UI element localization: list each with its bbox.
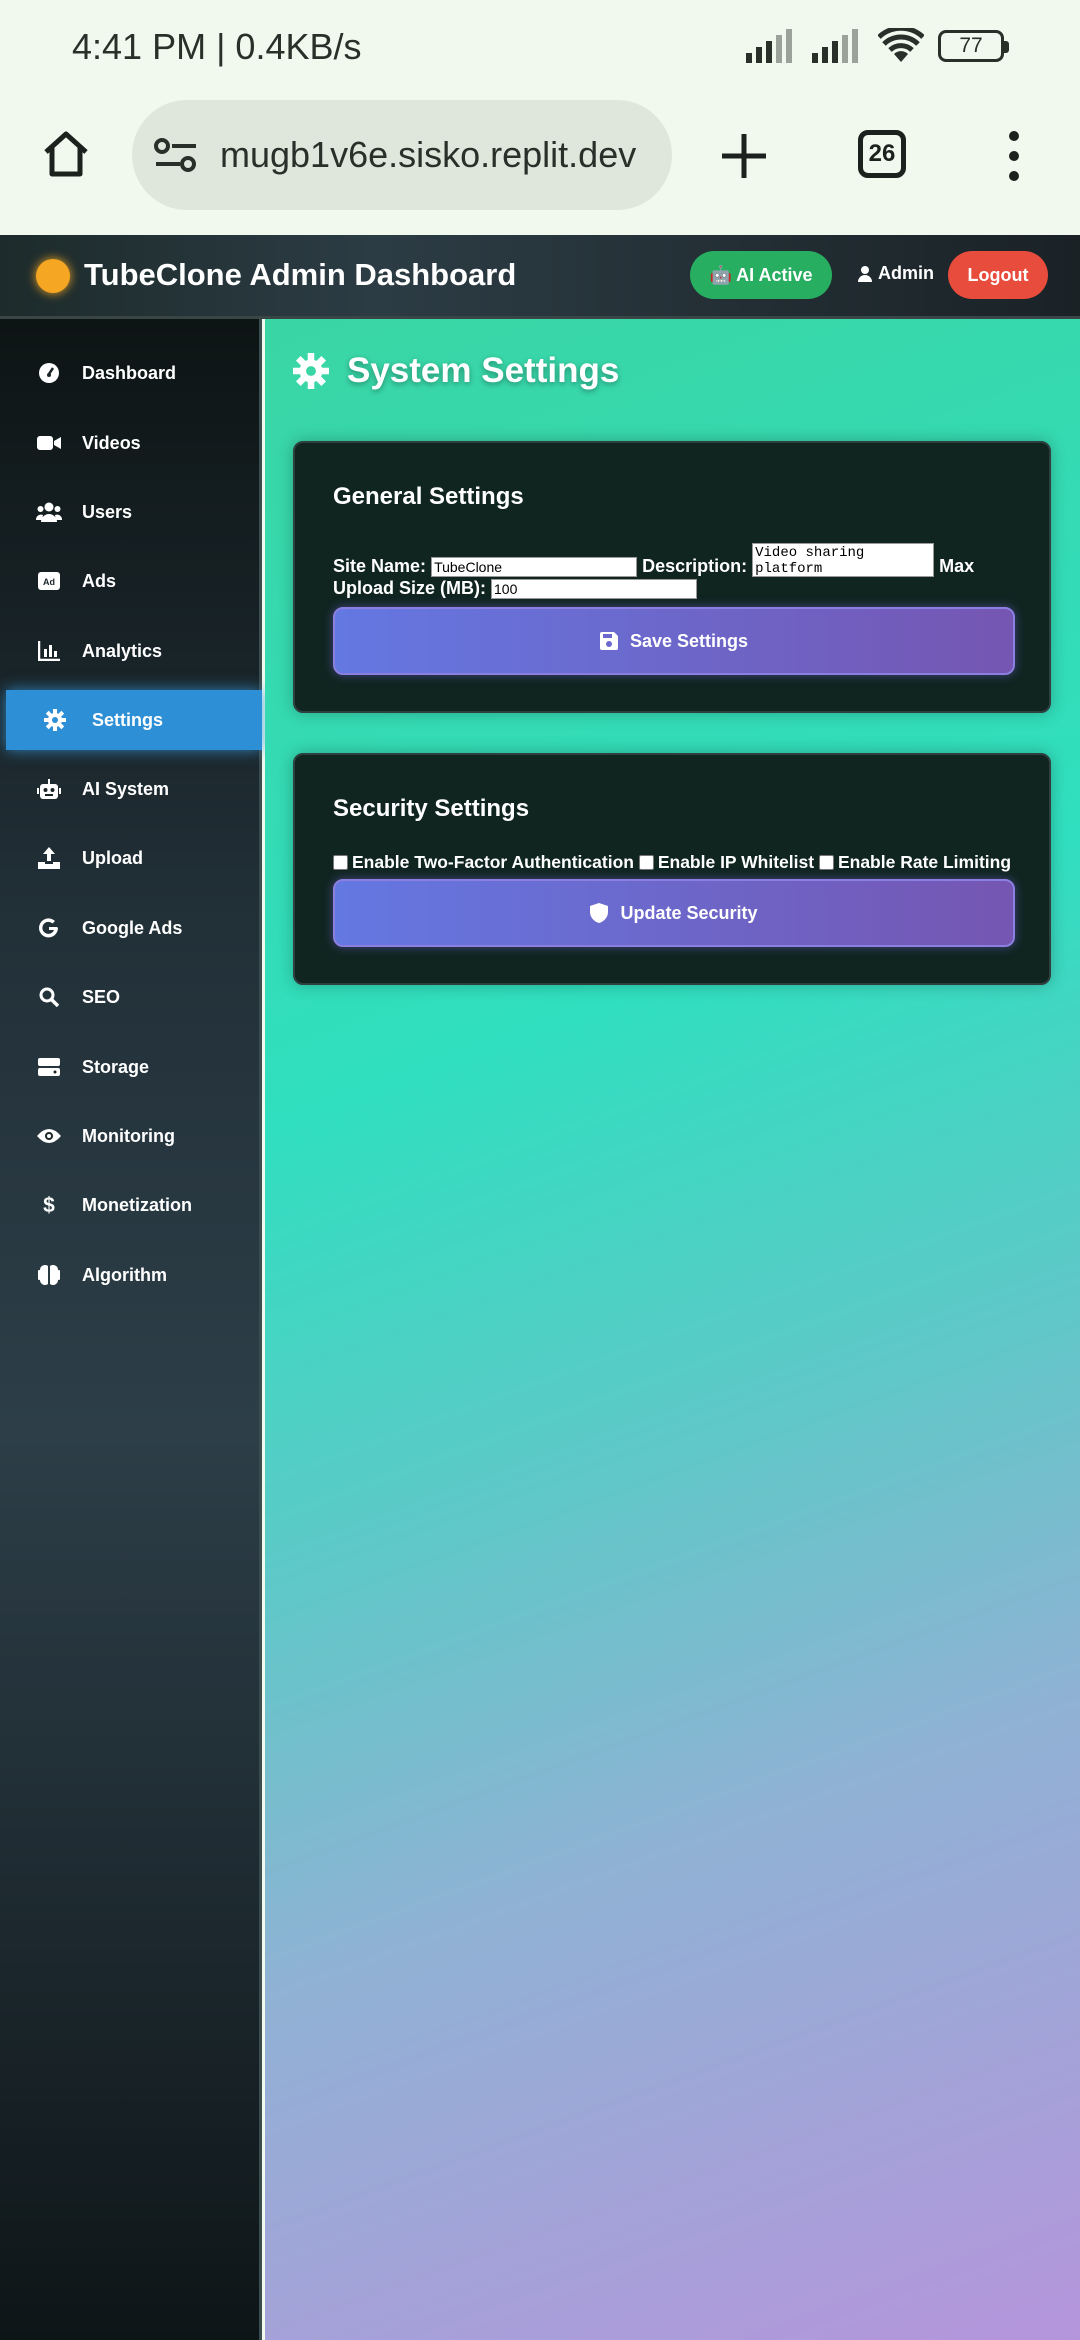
- general-settings-title: General Settings: [333, 483, 524, 510]
- home-icon[interactable]: [40, 128, 92, 180]
- sidebar-item-ai-system[interactable]: AI System: [0, 759, 262, 819]
- video-icon: [36, 430, 62, 456]
- sidebar-item-settings[interactable]: Settings: [6, 690, 262, 750]
- site-name-label: Site Name:: [333, 555, 427, 576]
- page-header: System Settings: [293, 351, 619, 391]
- sidebar: Dashboard Videos Users Ad Ads Analytics …: [0, 319, 262, 2340]
- status-time: 4:41 PM | 0.4KB/s: [72, 26, 362, 67]
- admin-app: TubeClone Admin Dashboard 🤖 AI Active Ad…: [0, 235, 1080, 2340]
- security-settings-title: Security Settings: [333, 795, 530, 822]
- signal-icon: [746, 29, 792, 63]
- sidebar-item-monetization[interactable]: $ Monetization: [0, 1175, 262, 1235]
- sidebar-item-label: Videos: [82, 432, 141, 453]
- logo-icon: [36, 259, 70, 293]
- gear-icon: [42, 707, 68, 733]
- wifi-icon: [878, 28, 924, 62]
- ip-whitelist-label: Enable IP Whitelist: [657, 852, 815, 872]
- sidebar-item-label: Settings: [92, 709, 164, 730]
- new-tab-icon[interactable]: [720, 132, 768, 180]
- sidebar-item-label: AI System: [82, 778, 170, 799]
- sidebar-item-label: Dashboard: [82, 362, 177, 383]
- sidebar-item-dashboard[interactable]: Dashboard: [0, 343, 262, 403]
- sidebar-item-label: Upload: [82, 847, 143, 868]
- search-icon: [36, 984, 62, 1010]
- save-settings-label: Save Settings: [629, 630, 749, 651]
- max-upload-input[interactable]: [491, 579, 698, 600]
- ad-icon: Ad: [36, 568, 62, 594]
- sidebar-item-label: Storage: [82, 1056, 150, 1077]
- sidebar-item-label: Analytics: [82, 640, 163, 661]
- ai-status-badge[interactable]: 🤖 AI Active: [690, 251, 832, 299]
- sidebar-item-users[interactable]: Users: [0, 482, 262, 542]
- sidebar-item-label: Users: [82, 501, 133, 522]
- sidebar-item-label: Ads: [82, 570, 117, 591]
- more-menu-icon[interactable]: [1004, 130, 1024, 182]
- app-header: TubeClone Admin Dashboard 🤖 AI Active Ad…: [0, 235, 1080, 319]
- site-name-input[interactable]: [431, 557, 638, 577]
- status-icons: 77: [746, 28, 1009, 64]
- sidebar-item-storage[interactable]: Storage: [0, 1037, 262, 1097]
- user-icon: [858, 265, 872, 282]
- upload-icon: [36, 845, 62, 871]
- sidebar-item-analytics[interactable]: Analytics: [0, 621, 262, 681]
- sidebar-item-algorithm[interactable]: Algorithm: [0, 1245, 262, 1305]
- app-title: TubeClone Admin Dashboard: [84, 257, 517, 292]
- signal-icon-2: [812, 29, 858, 63]
- gauge-icon: [36, 360, 62, 386]
- sidebar-item-label: SEO: [82, 986, 121, 1007]
- rate-limit-checkbox[interactable]: [818, 855, 834, 870]
- save-settings-button[interactable]: Save Settings: [333, 607, 1015, 675]
- svg-text:$: $: [43, 1194, 55, 1216]
- logout-button[interactable]: Logout: [948, 251, 1048, 299]
- general-settings-form: Site Name: Description: Video sharing pl…: [333, 543, 1023, 600]
- two-factor-label: Enable Two-Factor Authentication: [352, 852, 634, 872]
- browser-toolbar: mugb1v6e.sisko.replit.dev 26: [0, 92, 1080, 235]
- security-options: Enable Two-Factor Authentication Enable …: [333, 851, 1023, 873]
- max-upload-label: Max: [939, 555, 975, 576]
- sidebar-item-upload[interactable]: Upload: [0, 828, 262, 888]
- general-settings-card: General Settings Site Name: Description:…: [293, 441, 1051, 713]
- chart-icon: [36, 638, 62, 664]
- url-text: mugb1v6e.sisko.replit.dev: [220, 134, 637, 175]
- sidebar-item-label: Monitoring: [82, 1125, 175, 1146]
- sidebar-item-monitoring[interactable]: Monitoring: [0, 1106, 262, 1166]
- sidebar-item-label: Monetization: [82, 1194, 192, 1215]
- security-settings-card: Security Settings Enable Two-Factor Auth…: [293, 753, 1051, 985]
- battery-icon: 77: [938, 30, 1009, 62]
- address-bar[interactable]: mugb1v6e.sisko.replit.dev: [132, 100, 672, 210]
- google-icon: [36, 915, 62, 941]
- eye-icon: [36, 1123, 62, 1149]
- update-security-label: Update Security: [620, 902, 758, 923]
- status-bar: 4:41 PM | 0.4KB/s 77: [0, 0, 1080, 92]
- sidebar-item-label: Google Ads: [82, 917, 183, 938]
- users-icon: [36, 499, 62, 525]
- sidebar-item-videos[interactable]: Videos: [0, 413, 262, 473]
- update-security-button[interactable]: Update Security: [333, 879, 1015, 947]
- admin-label: Admin: [878, 263, 934, 283]
- floppy-disk-icon: [599, 632, 618, 650]
- shield-icon: [590, 903, 609, 923]
- tab-switcher-button[interactable]: 26: [858, 130, 906, 178]
- description-label: Description:: [642, 555, 748, 576]
- description-textarea[interactable]: Video sharing platform: [752, 543, 935, 577]
- site-settings-icon[interactable]: [154, 138, 198, 174]
- main-content: System Settings General Settings Site Na…: [265, 319, 1080, 2340]
- two-factor-checkbox[interactable]: [333, 855, 348, 870]
- page-title: System Settings: [347, 351, 620, 390]
- sidebar-item-ads[interactable]: Ad Ads: [0, 551, 262, 611]
- sidebar-item-seo[interactable]: SEO: [0, 967, 262, 1027]
- admin-user[interactable]: Admin: [858, 263, 934, 284]
- sidebar-item-google-ads[interactable]: Google Ads: [0, 898, 262, 958]
- svg-text:Ad: Ad: [43, 577, 55, 587]
- robot-icon: [36, 776, 62, 802]
- rate-limit-label: Enable Rate Limiting: [837, 852, 1012, 872]
- max-upload-label-cont: Upload Size (MB):: [333, 578, 486, 598]
- brain-icon: [36, 1262, 62, 1288]
- sidebar-item-label: Algorithm: [82, 1264, 167, 1285]
- hdd-icon: [36, 1054, 62, 1080]
- gear-icon: [293, 353, 329, 389]
- ip-whitelist-checkbox[interactable]: [638, 855, 654, 870]
- dollar-icon: $: [36, 1192, 62, 1218]
